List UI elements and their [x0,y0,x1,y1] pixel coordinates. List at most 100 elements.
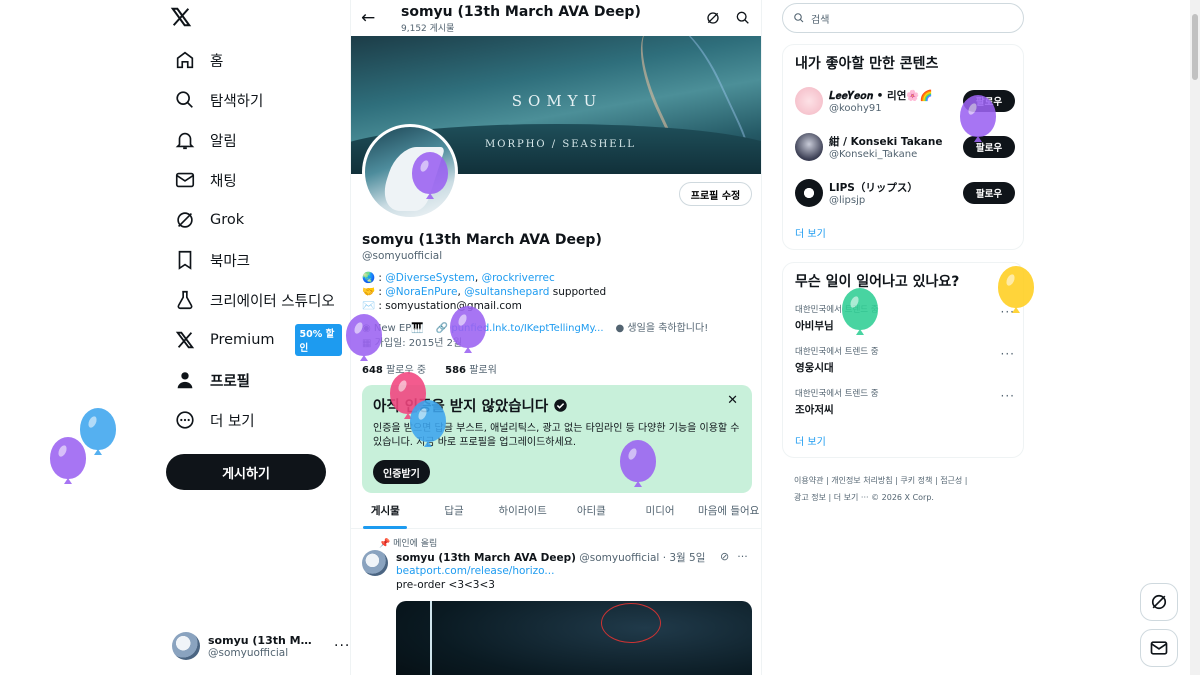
more-horizontal-icon[interactable]: ··· [737,550,748,563]
bio-supported-text: supported [549,286,607,298]
balloon-icon: ● [615,323,628,334]
search-icon [176,91,193,108]
grok-icon [177,212,193,228]
suggested-user-name: 紺 / Konseki Takane [829,136,943,148]
account-name: somyu (13th March ... [208,633,318,647]
suggested-user[interactable]: 紺 / Konseki Takane @Konseki_Takane 팔로우 [795,133,1015,161]
tweet-text: pre-order <3<3<3 [396,579,495,591]
tab-replies[interactable]: 답글 [420,497,489,528]
nav-premium[interactable]: Premium 50% 할인 [166,320,350,360]
more-circle-icon [176,411,194,429]
account-switcher[interactable]: somyu (13th March ... @somyuofficial ··· [172,628,349,664]
suggested-user[interactable]: LIPS（リップス） @lipsjp 팔로우 [795,179,1015,207]
close-icon[interactable]: ✕ [727,393,738,408]
nav-profile[interactable]: 프로필 [166,360,258,400]
trends-title: 무슨 일이 일어나고 있나요? [795,274,960,290]
profile-meta: ◉ New EP🎹 🔗 punfied.lnk.to/IKeptTellingM… [362,321,752,351]
follow-button[interactable]: 팔로우 [963,182,1015,204]
balloon-icon [412,152,448,199]
balloon-icon [410,400,446,447]
footer-line[interactable]: 광고 정보 | 더 보기 ··· © 2026 X Corp. [794,489,1014,506]
premium-discount-badge: 50% 할인 [294,324,342,356]
grok-icon [1151,594,1167,610]
pinned-label: 메인에 올림 [393,539,438,549]
more-horizontal-icon[interactable]: ··· [1001,347,1015,361]
bio-mention-link[interactable]: @sultanshepard [464,286,549,298]
tweet-author-name[interactable]: somyu (13th March AVA Deep) [396,552,576,564]
banner-subtitle: MORPHO / SEASHELL [485,139,636,150]
grok-icon[interactable] [705,10,721,26]
tweet-media-image[interactable] [396,601,752,675]
follow-button[interactable]: 팔로우 [963,136,1015,158]
trend-item[interactable]: 대한민국에서 트렌드 중 조아저씨 ··· [795,387,1015,417]
suggested-user-name: 𝑳𝒆𝒆𝒀𝒆𝒐𝒏 • 리연🌸🌈 [829,90,933,102]
nav-more-label: 더 보기 [210,413,255,430]
scrollbar-thumb[interactable] [1192,14,1198,80]
avatar[interactable] [362,550,388,576]
followers-link[interactable]: 586 팔로워 [445,365,497,376]
tweet-header: somyu (13th March AVA Deep) @somyuoffici… [396,550,705,565]
nav-notifications[interactable]: 알림 [166,120,245,160]
bio-separator: , [474,272,482,284]
trend-item[interactable]: 대한민국에서 트렌드 중 아비부님 ··· [795,303,1015,333]
balloon-icon [50,437,86,484]
nav-explore-label: 탐색하기 [210,93,264,110]
nav-explore[interactable]: 탐색하기 [166,80,271,120]
avatar [795,87,823,115]
grok-float-button[interactable] [1140,583,1178,621]
tweet-author-handle[interactable]: @somyuofficial [579,552,659,564]
search-icon[interactable] [735,10,751,26]
trend-category: 대한민국에서 트렌드 중 [795,347,879,357]
trend-item[interactable]: 대한민국에서 트렌드 중 영웅시대 ··· [795,345,1015,375]
trend-name: 조아저씨 [795,404,834,416]
bell-icon [175,132,195,150]
messages-float-button[interactable] [1140,629,1178,667]
tweet-date[interactable]: · 3월 5일 [663,552,706,564]
balloon-icon [346,314,382,361]
profile-bio: 🌏 : @DiverseSystem, @rockriverrec 🤝 : @N… [362,271,606,313]
show-more-link[interactable]: 더 보기 [795,433,826,448]
balloon-icon [998,266,1034,313]
back-arrow-icon[interactable]: ← [361,8,391,28]
banner-title: SOMYU [511,92,603,110]
mail-icon [175,172,195,188]
nav-notifications-label: 알림 [210,133,237,150]
joined-text: 가입일: 2015년 2월 [374,338,463,349]
get-verified-button[interactable]: 인증받기 [373,460,430,484]
nav-home[interactable]: 홈 [166,40,231,80]
nav-creator-studio-label: 크리에이터 스튜디오 [210,293,335,310]
x-logo-icon[interactable] [170,6,198,34]
nav-grok[interactable]: Grok [166,200,252,240]
nav-more[interactable]: 더 보기 [166,400,263,440]
tab-articles[interactable]: 아티클 [557,497,626,528]
footer-line[interactable]: 이용약관 | 개인정보 처리방침 | 쿠키 정책 | 접근성 | [794,472,1014,489]
grok-icon[interactable]: ⊘ [720,550,729,563]
show-more-link[interactable]: 더 보기 [795,225,826,240]
avatar [795,179,823,207]
nav-creator-studio[interactable]: 크리에이터 스튜디오 [166,280,343,320]
page-scrollbar[interactable] [1190,0,1200,675]
nav-chat[interactable]: 채팅 [166,160,245,200]
bio-mention-link[interactable]: @DiverseSystem [385,272,475,284]
profile-tabs: 게시물 답글 하이라이트 아티클 미디어 마음에 들어요 [351,497,761,529]
tab-likes[interactable]: 마음에 들어요 [694,497,761,528]
more-horizontal-icon[interactable]: ··· [1001,389,1015,403]
mail-icon [1150,641,1168,655]
tweet-link[interactable]: beatport.com/release/horizo... [396,565,554,577]
nav-grok-label: Grok [210,212,245,228]
nav-bookmarks[interactable]: 북마크 [166,240,258,280]
right-sidebar: 검색 내가 좋아할 만한 콘텐츠 𝑳𝒆𝒆𝒀𝒆𝒐𝒏 • 리연🌸🌈 @koohy91… [782,0,1032,675]
nav-chat-label: 채팅 [210,173,237,190]
suggested-user-handle: @koohy91 [829,103,882,114]
who-to-follow-title: 내가 좋아할 만한 콘텐츠 [795,56,939,72]
edit-profile-button[interactable]: 프로필 수정 [679,182,752,206]
bio-mention-link[interactable]: @NoraEnPure [385,286,457,298]
post-button[interactable]: 게시하기 [166,454,326,490]
tab-media[interactable]: 미디어 [626,497,695,528]
search-input[interactable]: 검색 [782,3,1024,33]
bookmark-icon [178,250,192,270]
tab-posts[interactable]: 게시물 [351,497,420,529]
tab-highlights[interactable]: 하이라이트 [488,497,557,528]
home-icon [176,51,194,69]
bio-mention-link[interactable]: @rockriverrec [482,272,555,284]
